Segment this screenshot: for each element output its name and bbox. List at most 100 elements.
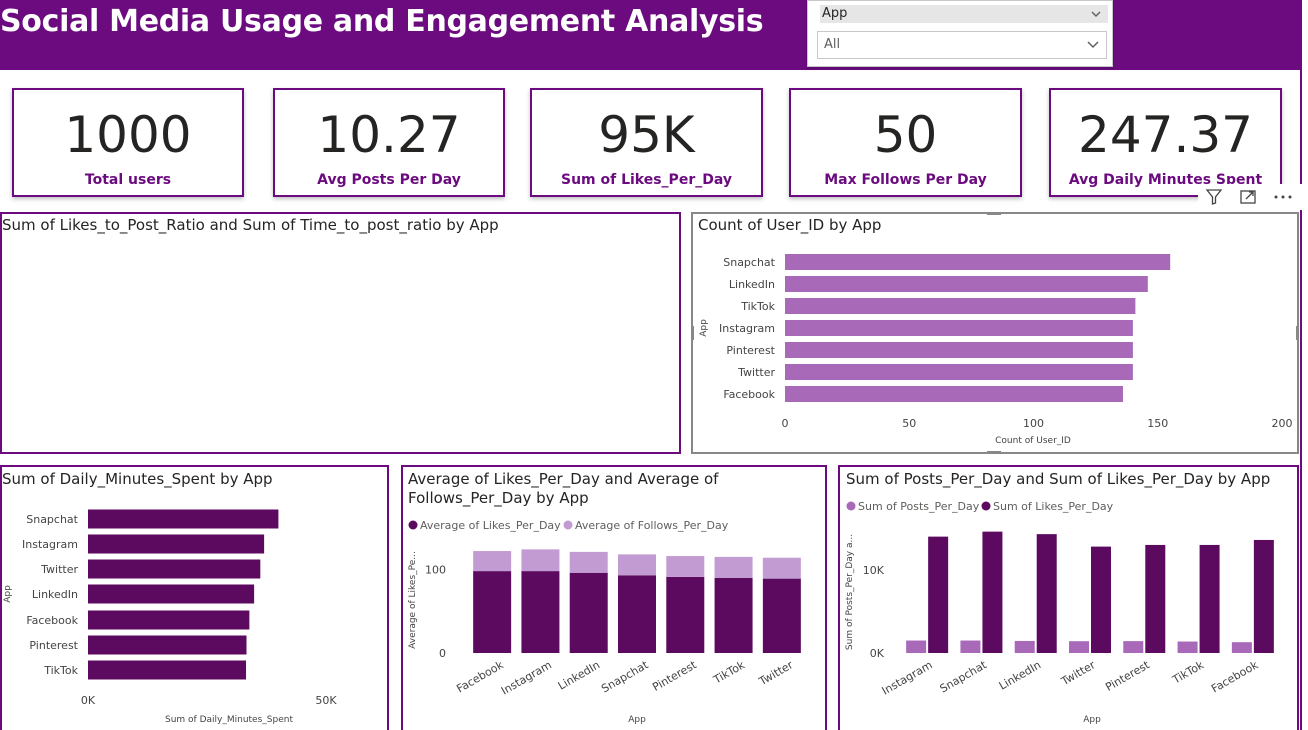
legend-label: Sum of Posts_Per_Day bbox=[858, 500, 980, 513]
x-tick-label: TikTok bbox=[710, 658, 747, 687]
kpi-value: 10.27 bbox=[317, 106, 461, 164]
legend-label: Sum of Likes_Per_Day bbox=[993, 500, 1114, 513]
slicer-dropdown[interactable]: All bbox=[817, 31, 1107, 59]
x-tick-label: Pinterest bbox=[1103, 658, 1152, 694]
resize-handle bbox=[987, 212, 1001, 215]
y-axis-label: Average of Likes_Pe... bbox=[408, 551, 418, 649]
x-axis-label: Sum of Daily_Minutes_Spent bbox=[165, 715, 293, 725]
bar bbox=[521, 549, 560, 572]
x-tick-label: Pinterest bbox=[650, 658, 699, 694]
legend-marker bbox=[981, 501, 991, 511]
bar bbox=[521, 571, 560, 653]
bar bbox=[666, 576, 705, 653]
page-border bbox=[1300, 0, 1302, 730]
resize-handle bbox=[1296, 326, 1299, 340]
focus-mode-icon[interactable] bbox=[1238, 187, 1258, 211]
slicer-header[interactable]: App bbox=[820, 5, 1108, 23]
y-tick-label: 100 bbox=[425, 563, 446, 576]
x-tick-label: TikTok bbox=[1169, 658, 1206, 687]
kpi-label: Max Follows Per Day bbox=[824, 172, 987, 188]
kpi-label: Total users bbox=[84, 172, 172, 188]
y-axis-label: App bbox=[699, 319, 709, 337]
x-tick-label: Twitter bbox=[756, 658, 796, 688]
x-tick-label: Twitter bbox=[1058, 658, 1098, 688]
chevron-down-icon[interactable] bbox=[1090, 5, 1102, 28]
bar bbox=[1145, 544, 1166, 653]
users-chart: Snapchat LinkedIn TikTok Instagram Pinterest… bbox=[691, 212, 1299, 454]
slicer-selected-value: All bbox=[824, 37, 841, 52]
more-options-icon[interactable] bbox=[1272, 187, 1294, 211]
posts-chart: Sum of Posts_Per_Day Sum of Likes_Per_Day… bbox=[845, 500, 1274, 725]
x-tick-label: 0 bbox=[782, 417, 789, 430]
bar bbox=[88, 534, 265, 554]
x-tick-label: 100 bbox=[1023, 417, 1044, 430]
x-tick-label: Facebook bbox=[454, 658, 506, 695]
y-tick-label: Facebook bbox=[26, 614, 78, 627]
bar bbox=[569, 551, 608, 573]
bar bbox=[785, 386, 1123, 402]
bar bbox=[1231, 642, 1252, 653]
bar bbox=[569, 572, 608, 653]
bar bbox=[785, 320, 1133, 336]
y-axis-label: Sum of Posts_Per_Day a... bbox=[845, 534, 855, 650]
y-tick-label: Snapchat bbox=[26, 513, 78, 526]
bar bbox=[1253, 539, 1274, 653]
bar bbox=[88, 584, 255, 604]
chevron-down-icon[interactable] bbox=[1086, 32, 1100, 67]
bar bbox=[785, 342, 1133, 358]
kpi-value: 1000 bbox=[64, 106, 192, 164]
kpi-value: 50 bbox=[873, 106, 938, 164]
bar bbox=[1199, 544, 1220, 653]
y-tick-label: LinkedIn bbox=[729, 278, 775, 291]
bar bbox=[785, 298, 1136, 314]
bar bbox=[1091, 546, 1111, 653]
kpi-card-max-follows[interactable]: 50 Max Follows Per Day bbox=[789, 88, 1022, 197]
resize-handle bbox=[987, 451, 1001, 454]
visual-header bbox=[1198, 184, 1302, 210]
x-tick-label: 200 bbox=[1272, 417, 1293, 430]
kpi-card-avg-posts[interactable]: 10.27 Avg Posts Per Day bbox=[273, 88, 505, 197]
legend-marker bbox=[408, 520, 418, 530]
bar bbox=[762, 557, 801, 579]
bar bbox=[1123, 641, 1144, 653]
app-slicer[interactable]: App All bbox=[807, 0, 1113, 67]
legend-label: Average of Likes_Per_Day bbox=[420, 519, 561, 532]
ratio-chart: Sum of Likes_to_Post_RatioSum of Time_to… bbox=[0, 212, 681, 454]
bar bbox=[1036, 534, 1057, 653]
bar bbox=[473, 551, 512, 572]
bar bbox=[928, 536, 949, 653]
y-tick-label: 10K bbox=[863, 564, 885, 577]
bar bbox=[1069, 641, 1089, 653]
bar bbox=[960, 640, 981, 653]
resize-handle bbox=[691, 326, 694, 340]
avg-chart: Average of Likes_Per_Day Average of Follo… bbox=[408, 519, 801, 725]
kpi-value: 95K bbox=[598, 106, 695, 164]
kpi-label: Sum of Likes_Per_Day bbox=[560, 172, 732, 188]
x-tick-label: LinkedIn bbox=[997, 658, 1043, 692]
kpi-card-avg-minutes[interactable]: 247.37 Avg Daily Minutes Spent bbox=[1049, 88, 1282, 197]
x-tick-label: Instagram bbox=[880, 658, 935, 697]
x-tick-label: 50K bbox=[315, 694, 337, 707]
bar bbox=[982, 531, 1003, 653]
kpi-card-total-users[interactable]: 1000 Total users bbox=[12, 88, 244, 197]
x-axis-label: Count of User_ID bbox=[995, 436, 1071, 446]
bar bbox=[88, 559, 261, 579]
bar bbox=[714, 556, 753, 578]
page-title: Social Media Usage and Engagement Analys… bbox=[0, 4, 764, 39]
bar bbox=[1014, 640, 1035, 653]
x-axis-label: App bbox=[1083, 715, 1101, 725]
x-tick-label: 150 bbox=[1147, 417, 1168, 430]
y-tick-label: Facebook bbox=[723, 388, 775, 401]
bar bbox=[88, 610, 250, 630]
x-tick-label: Snapchat bbox=[599, 658, 651, 695]
filter-icon[interactable] bbox=[1204, 187, 1224, 211]
x-tick-label: Instagram bbox=[499, 658, 554, 697]
bar bbox=[762, 578, 801, 653]
x-tick-label: Facebook bbox=[1209, 658, 1261, 695]
x-tick-label: 50 bbox=[902, 417, 916, 430]
x-axis-label: App bbox=[628, 715, 646, 725]
kpi-value: 247.37 bbox=[1078, 106, 1253, 164]
bar bbox=[618, 554, 656, 576]
kpi-card-sum-likes[interactable]: 95K Sum of Likes_Per_Day bbox=[530, 88, 763, 197]
bar bbox=[88, 635, 247, 655]
